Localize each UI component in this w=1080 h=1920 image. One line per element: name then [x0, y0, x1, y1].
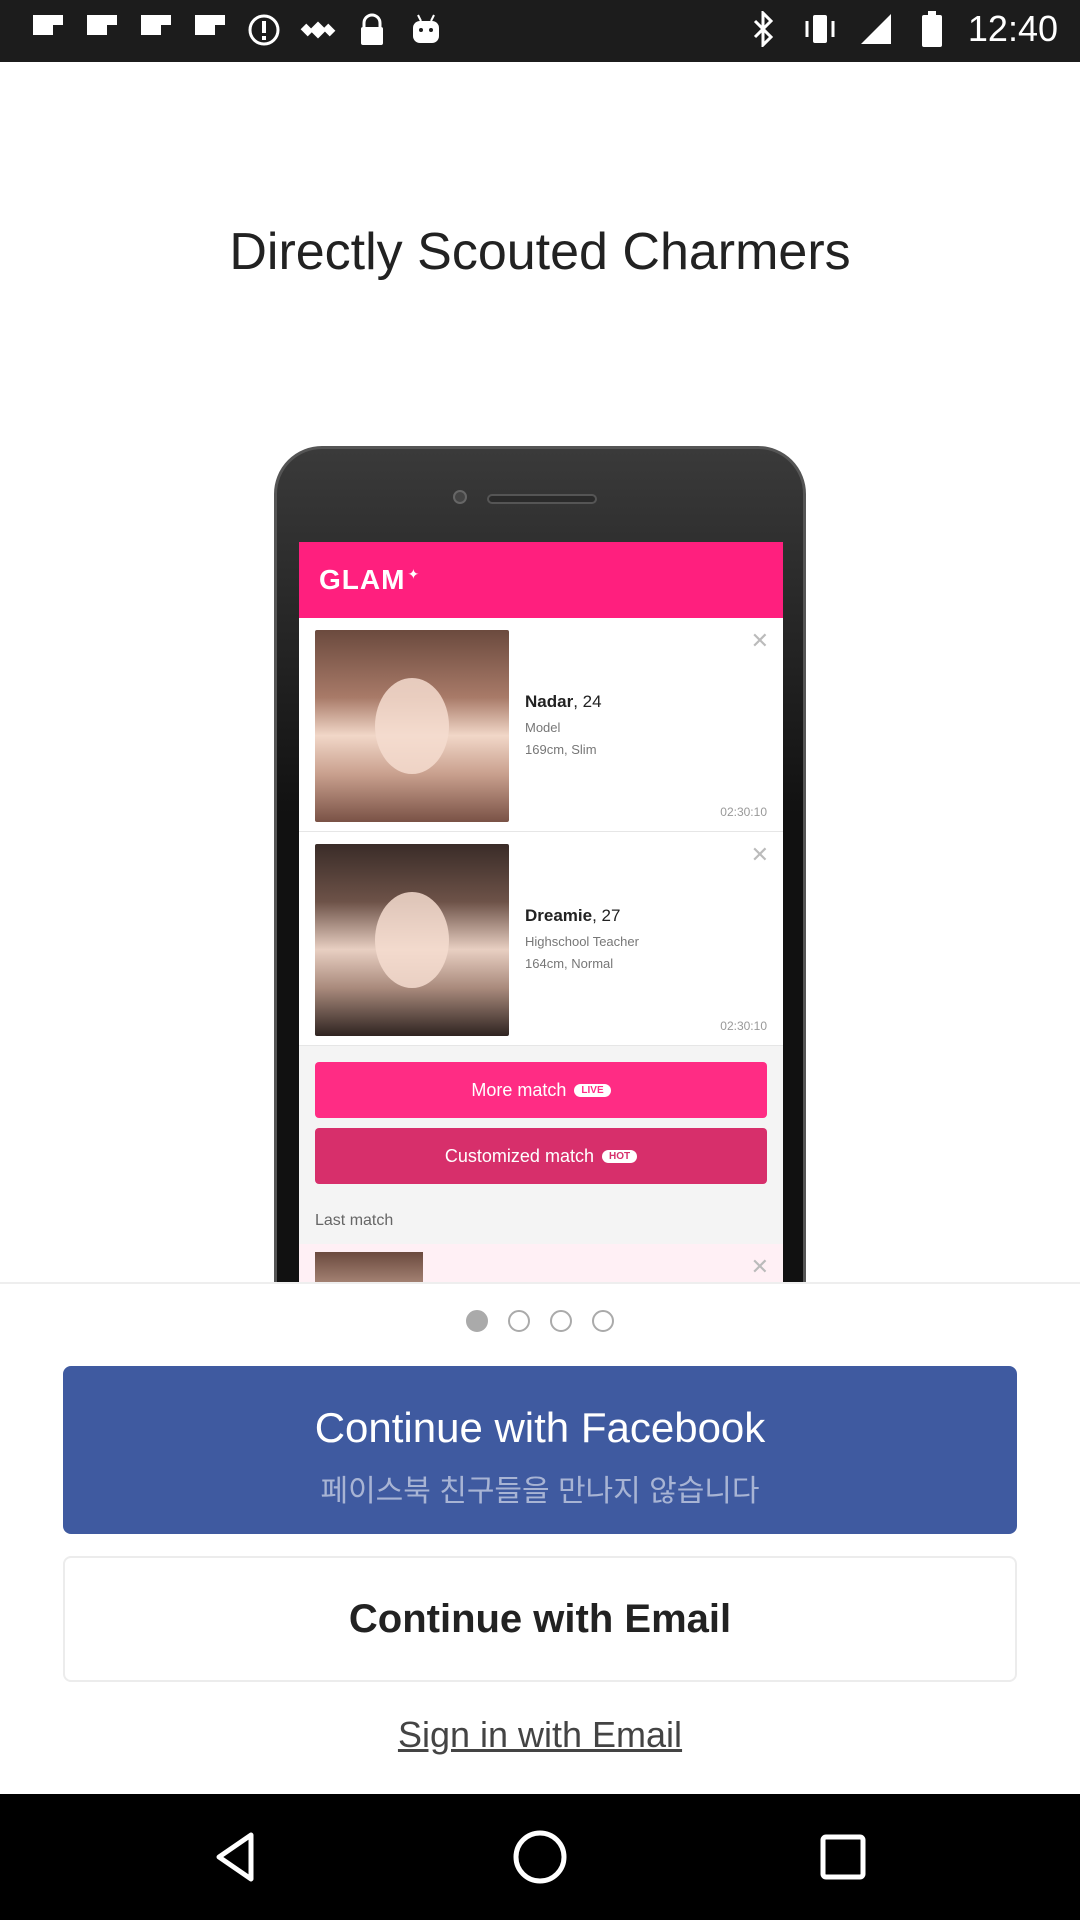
divider: [0, 1282, 1080, 1284]
home-icon[interactable]: [507, 1824, 573, 1890]
profile-card: ✕ Nadar, 24 Model 169cm, Slim 02:30:10: [299, 618, 783, 832]
pager-dot[interactable]: [550, 1310, 572, 1332]
profile-timer: 02:30:10: [720, 1019, 767, 1033]
bluetooth-icon: [744, 9, 784, 49]
close-icon: ✕: [750, 628, 769, 653]
navigation-bar: [0, 1794, 1080, 1920]
pager-dot[interactable]: [508, 1310, 530, 1332]
phone-mockup: GLAM ✦ ✕ Nadar, 24 Model 169cm, Slim 02:3…: [274, 446, 806, 1282]
profile-name: Dreamie, 27: [525, 906, 621, 925]
signal-icon: [856, 9, 896, 49]
profile-name: Nadar, 24: [525, 692, 602, 711]
flipboard-icon: [190, 10, 230, 50]
mockup-app-header: GLAM ✦: [299, 542, 783, 618]
android-icon: [406, 10, 446, 50]
flipboard-icon: [28, 10, 68, 50]
fake-gps-icon: [298, 10, 338, 50]
profile-photo: [315, 1252, 423, 1282]
profile-photo: [315, 844, 509, 1036]
match-actions: More match LIVE Customized match HOT Last …: [299, 1046, 783, 1282]
profile-job: Highschool Teacher: [525, 934, 639, 949]
flipboard-icon: [136, 10, 176, 50]
pager-dots: [0, 1310, 1080, 1332]
hot-badge: HOT: [601, 1149, 638, 1163]
recents-icon[interactable]: [810, 1824, 876, 1890]
more-match-button: More match LIVE: [315, 1062, 767, 1118]
notification-icons: [28, 10, 446, 50]
mockup-screen: GLAM ✦ ✕ Nadar, 24 Model 169cm, Slim 02:3…: [299, 542, 783, 1282]
flipboard-icon: [82, 10, 122, 50]
vibrate-icon: [800, 9, 840, 49]
continue-with-email-button[interactable]: Continue with Email: [63, 1556, 1017, 1682]
live-badge: LIVE: [574, 1083, 611, 1097]
lock-icon: [352, 10, 392, 50]
pager-dot[interactable]: [466, 1310, 488, 1332]
onboarding-screen: Directly Scouted Charmers GLAM ✦ ✕ Nadar,…: [0, 62, 1080, 1794]
carousel-slide[interactable]: GLAM ✦ ✕ Nadar, 24 Model 169cm, Slim 02:3…: [0, 62, 1080, 1282]
battery-icon: [912, 9, 952, 49]
profile-body: 164cm, Normal: [525, 956, 614, 971]
close-icon: ✕: [750, 842, 769, 867]
back-icon[interactable]: [204, 1824, 270, 1890]
pager-dot[interactable]: [592, 1310, 614, 1332]
system-icons: 12:40: [744, 8, 1058, 50]
last-match-heading: Last match: [315, 1212, 394, 1229]
facebook-button-sublabel: 페이스북 친구들을 만나지 않습니다: [320, 1475, 760, 1508]
profile-job: Model: [525, 720, 561, 735]
customized-match-button: Customized match HOT: [315, 1128, 767, 1184]
camera-icon: [453, 490, 467, 504]
profile-card: ✕ Dreamie, 27 Highschool Teacher 164cm, …: [299, 832, 783, 1046]
sign-in-with-email-link[interactable]: Sign in with Email: [0, 1714, 1080, 1756]
last-match-card: ✕: [299, 1244, 783, 1282]
alert-icon: [244, 10, 284, 50]
profile-photo: [315, 630, 509, 822]
continue-with-facebook-button[interactable]: Continue with Facebook 페이스북 친구들을 만나지 않습니…: [63, 1366, 1017, 1534]
profile-timer: 02:30:10: [720, 805, 767, 819]
facebook-button-label: Continue with Facebook: [314, 1404, 766, 1451]
close-icon: ✕: [750, 1254, 769, 1279]
clock: 12:40: [967, 8, 1058, 49]
speaker-grille: [487, 494, 597, 504]
glam-logo: GLAM ✦: [319, 564, 421, 595]
profile-body: 169cm, Slim: [525, 742, 597, 757]
status-bar: 12:40: [0, 0, 1080, 62]
